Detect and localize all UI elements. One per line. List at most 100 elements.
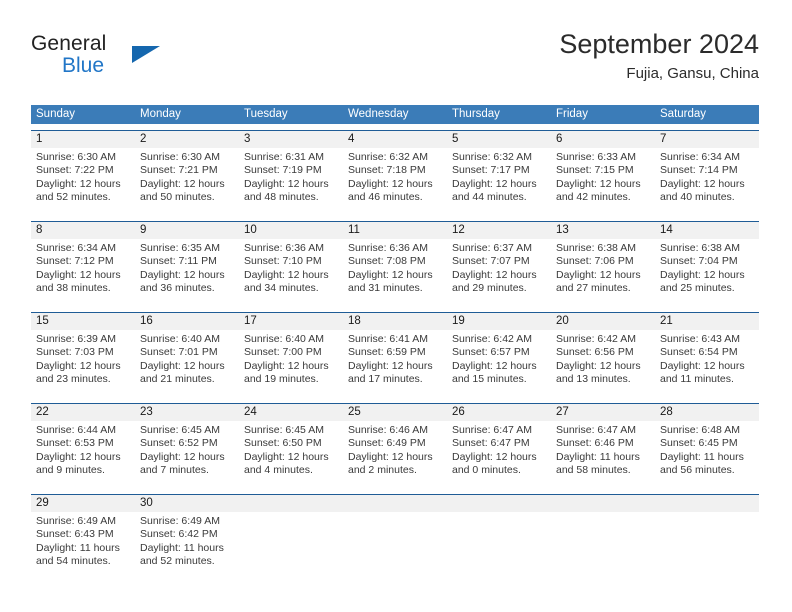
sunset-text: Sunset: 6:49 PM: [348, 437, 426, 450]
daylight-text-line2: and 13 minutes.: [556, 373, 631, 386]
daylight-text-line2: and 29 minutes.: [452, 282, 527, 295]
day-cell[interactable]: 26 Sunrise: 6:47 AM Sunset: 6:47 PM Dayl…: [447, 404, 551, 488]
brand-name-blue: Blue: [62, 54, 105, 77]
page-header: General Blue September 2024 Fujia, Gansu…: [31, 28, 759, 92]
day-cell[interactable]: 22 Sunrise: 6:44 AM Sunset: 6:53 PM Dayl…: [31, 404, 135, 488]
day-cell[interactable]: 29 Sunrise: 6:49 AM Sunset: 6:43 PM Dayl…: [31, 495, 135, 579]
day-cell[interactable]: 11 Sunrise: 6:36 AM Sunset: 7:08 PM Dayl…: [343, 222, 447, 306]
day-cell[interactable]: 7 Sunrise: 6:34 AM Sunset: 7:14 PM Dayli…: [655, 131, 759, 215]
day-cell[interactable]: 19 Sunrise: 6:42 AM Sunset: 6:57 PM Dayl…: [447, 313, 551, 397]
daylight-text-line1: Daylight: 12 hours: [36, 177, 121, 190]
brand-logo[interactable]: General Blue: [31, 32, 251, 88]
day-cell[interactable]: 24 Sunrise: 6:45 AM Sunset: 6:50 PM Dayl…: [239, 404, 343, 488]
daylight-text-line2: and 7 minutes.: [140, 464, 209, 477]
day-number: 1: [31, 131, 135, 148]
sunset-text: Sunset: 7:15 PM: [556, 164, 634, 177]
daylight-text-line2: and 15 minutes.: [452, 373, 527, 386]
day-cell[interactable]: 4 Sunrise: 6:32 AM Sunset: 7:18 PM Dayli…: [343, 131, 447, 215]
daylight-text-line1: Daylight: 12 hours: [556, 268, 641, 281]
day-cell[interactable]: 9 Sunrise: 6:35 AM Sunset: 7:11 PM Dayli…: [135, 222, 239, 306]
week-row: 29 Sunrise: 6:49 AM Sunset: 6:43 PM Dayl…: [31, 494, 759, 579]
day-cell[interactable]: 16 Sunrise: 6:40 AM Sunset: 7:01 PM Dayl…: [135, 313, 239, 397]
calendar-page: General Blue September 2024 Fujia, Gansu…: [0, 0, 792, 612]
daylight-text-line1: Daylight: 12 hours: [244, 177, 329, 190]
sunset-text: Sunset: 6:57 PM: [452, 346, 530, 359]
daylight-text-line1: Daylight: 12 hours: [660, 359, 745, 372]
day-details: Sunrise: 6:46 AM Sunset: 6:49 PM Dayligh…: [343, 421, 447, 478]
daylight-text-line1: Daylight: 12 hours: [556, 177, 641, 190]
day-cell[interactable]: 14 Sunrise: 6:38 AM Sunset: 7:04 PM Dayl…: [655, 222, 759, 306]
sunset-text: Sunset: 6:56 PM: [556, 346, 634, 359]
daylight-text-line2: and 4 minutes.: [244, 464, 313, 477]
sunrise-text: Sunrise: 6:32 AM: [452, 151, 532, 163]
daylight-text-line2: and 54 minutes.: [36, 555, 111, 568]
day-number: 26: [447, 404, 551, 421]
day-cell[interactable]: 1 Sunrise: 6:30 AM Sunset: 7:22 PM Dayli…: [31, 131, 135, 215]
day-cell[interactable]: 27 Sunrise: 6:47 AM Sunset: 6:46 PM Dayl…: [551, 404, 655, 488]
day-cell[interactable]: 8 Sunrise: 6:34 AM Sunset: 7:12 PM Dayli…: [31, 222, 135, 306]
day-cell-empty: [655, 495, 759, 579]
day-number: [343, 495, 447, 512]
day-cell-empty: [447, 495, 551, 579]
daylight-text-line1: Daylight: 12 hours: [660, 268, 745, 281]
sunset-text: Sunset: 6:50 PM: [244, 437, 322, 450]
day-cell[interactable]: 13 Sunrise: 6:38 AM Sunset: 7:06 PM Dayl…: [551, 222, 655, 306]
day-details: Sunrise: 6:33 AM Sunset: 7:15 PM Dayligh…: [551, 148, 655, 205]
daylight-text-line2: and 36 minutes.: [140, 282, 215, 295]
day-number: 30: [135, 495, 239, 512]
day-cell[interactable]: 15 Sunrise: 6:39 AM Sunset: 7:03 PM Dayl…: [31, 313, 135, 397]
day-cell-empty: [343, 495, 447, 579]
daylight-text-line2: and 46 minutes.: [348, 191, 423, 204]
day-details: Sunrise: 6:37 AM Sunset: 7:07 PM Dayligh…: [447, 239, 551, 296]
sunset-text: Sunset: 7:12 PM: [36, 255, 114, 268]
week-row: 1 Sunrise: 6:30 AM Sunset: 7:22 PM Dayli…: [31, 130, 759, 215]
day-cell[interactable]: 6 Sunrise: 6:33 AM Sunset: 7:15 PM Dayli…: [551, 131, 655, 215]
day-details: Sunrise: 6:34 AM Sunset: 7:12 PM Dayligh…: [31, 239, 135, 296]
weekday-header-wednesday: Wednesday: [348, 108, 409, 120]
day-cell[interactable]: 2 Sunrise: 6:30 AM Sunset: 7:21 PM Dayli…: [135, 131, 239, 215]
sunrise-text: Sunrise: 6:46 AM: [348, 424, 428, 436]
daylight-text-line1: Daylight: 11 hours: [556, 450, 640, 463]
day-details: Sunrise: 6:42 AM Sunset: 6:57 PM Dayligh…: [447, 330, 551, 387]
day-cell[interactable]: 3 Sunrise: 6:31 AM Sunset: 7:19 PM Dayli…: [239, 131, 343, 215]
sunrise-text: Sunrise: 6:42 AM: [556, 333, 636, 345]
day-cell[interactable]: 18 Sunrise: 6:41 AM Sunset: 6:59 PM Dayl…: [343, 313, 447, 397]
sunrise-text: Sunrise: 6:44 AM: [36, 424, 116, 436]
day-details: Sunrise: 6:40 AM Sunset: 7:00 PM Dayligh…: [239, 330, 343, 387]
day-cell[interactable]: 10 Sunrise: 6:36 AM Sunset: 7:10 PM Dayl…: [239, 222, 343, 306]
weekday-header-sunday: Sunday: [36, 108, 76, 120]
week-row: 8 Sunrise: 6:34 AM Sunset: 7:12 PM Dayli…: [31, 221, 759, 306]
sunset-text: Sunset: 6:59 PM: [348, 346, 426, 359]
daylight-text-line2: and 0 minutes.: [452, 464, 521, 477]
day-cell[interactable]: 17 Sunrise: 6:40 AM Sunset: 7:00 PM Dayl…: [239, 313, 343, 397]
day-cell[interactable]: 12 Sunrise: 6:37 AM Sunset: 7:07 PM Dayl…: [447, 222, 551, 306]
sunset-text: Sunset: 7:11 PM: [140, 255, 217, 268]
sunset-text: Sunset: 6:53 PM: [36, 437, 114, 450]
day-cell[interactable]: 28 Sunrise: 6:48 AM Sunset: 6:45 PM Dayl…: [655, 404, 759, 488]
day-cell[interactable]: 21 Sunrise: 6:43 AM Sunset: 6:54 PM Dayl…: [655, 313, 759, 397]
day-number: 3: [239, 131, 343, 148]
day-number: 21: [655, 313, 759, 330]
day-number: 12: [447, 222, 551, 239]
sunrise-text: Sunrise: 6:43 AM: [660, 333, 740, 345]
daylight-text-line2: and 42 minutes.: [556, 191, 631, 204]
day-cell[interactable]: 25 Sunrise: 6:46 AM Sunset: 6:49 PM Dayl…: [343, 404, 447, 488]
sunset-text: Sunset: 7:18 PM: [348, 164, 426, 177]
weekday-header-row: Sunday Monday Tuesday Wednesday Thursday…: [31, 105, 759, 124]
day-details: Sunrise: 6:32 AM Sunset: 7:18 PM Dayligh…: [343, 148, 447, 205]
sunrise-text: Sunrise: 6:36 AM: [244, 242, 324, 254]
daylight-text-line1: Daylight: 12 hours: [452, 268, 537, 281]
day-cell[interactable]: 30 Sunrise: 6:49 AM Sunset: 6:42 PM Dayl…: [135, 495, 239, 579]
daylight-text-line2: and 2 minutes.: [348, 464, 417, 477]
sunset-text: Sunset: 7:07 PM: [452, 255, 530, 268]
day-cell[interactable]: 23 Sunrise: 6:45 AM Sunset: 6:52 PM Dayl…: [135, 404, 239, 488]
day-details: Sunrise: 6:30 AM Sunset: 7:22 PM Dayligh…: [31, 148, 135, 205]
day-cell[interactable]: 20 Sunrise: 6:42 AM Sunset: 6:56 PM Dayl…: [551, 313, 655, 397]
day-cell[interactable]: 5 Sunrise: 6:32 AM Sunset: 7:17 PM Dayli…: [447, 131, 551, 215]
day-number: 5: [447, 131, 551, 148]
day-details: Sunrise: 6:49 AM Sunset: 6:43 PM Dayligh…: [31, 512, 135, 569]
daylight-text-line2: and 52 minutes.: [36, 191, 111, 204]
daylight-text-line2: and 50 minutes.: [140, 191, 215, 204]
day-details: Sunrise: 6:32 AM Sunset: 7:17 PM Dayligh…: [447, 148, 551, 205]
day-number: 2: [135, 131, 239, 148]
